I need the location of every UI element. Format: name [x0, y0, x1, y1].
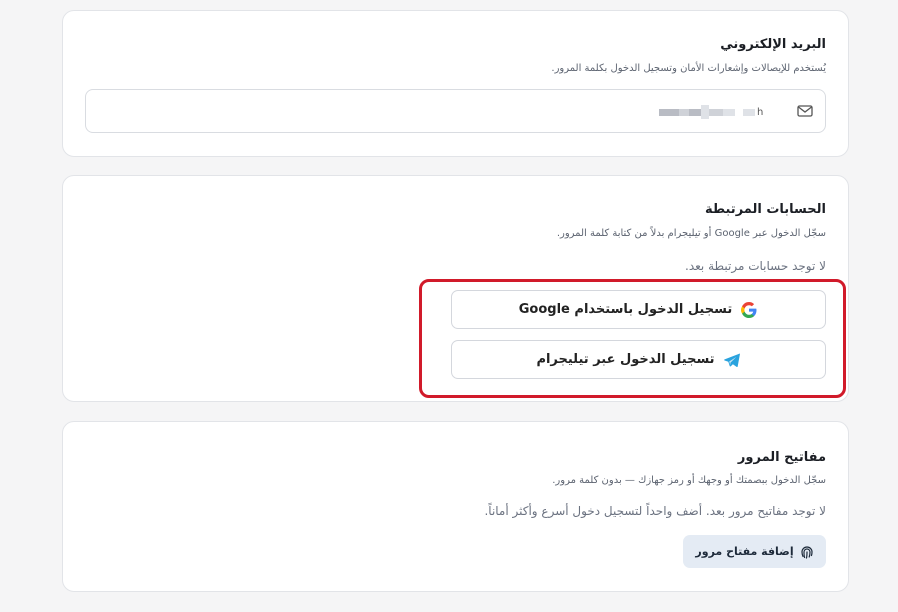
email-section-title: البريد الإلكتروني [720, 37, 826, 52]
passkeys-subtitle: سجّل الدخول ببصمتك أو وجهك أو رمز جهازك … [552, 475, 826, 486]
email-card: البريد الإلكتروني يُستخدم للإيصالات وإشع… [62, 10, 849, 157]
masked-email-value: h [659, 105, 789, 119]
email-value-suffix: h [757, 106, 764, 118]
add-passkey-label: إضافة مفتاح مرور [695, 545, 794, 558]
linked-accounts-empty-text: لا توجد حسابات مرتبطة بعد. [685, 259, 826, 273]
linked-accounts-title: الحسابات المرتبطة [704, 202, 826, 217]
passkeys-empty-text: لا توجد مفاتيح مرور بعد. أضف واحداً لتسج… [484, 504, 826, 518]
mail-icon [797, 105, 813, 117]
email-section-subtitle: يُستخدم للإيصالات وإشعارات الأمان وتسجيل… [551, 63, 826, 74]
passkeys-title: مفاتيح المرور [737, 450, 826, 465]
highlight-box [419, 279, 846, 398]
fingerprint-icon [800, 545, 814, 559]
add-passkey-button[interactable]: إضافة مفتاح مرور [683, 535, 826, 568]
email-field[interactable]: h [85, 89, 826, 133]
linked-accounts-subtitle: سجّل الدخول عبر Google أو تيليجرام بدلاً… [556, 228, 826, 239]
passkeys-card: مفاتيح المرور سجّل الدخول ببصمتك أو وجهك… [62, 421, 849, 592]
